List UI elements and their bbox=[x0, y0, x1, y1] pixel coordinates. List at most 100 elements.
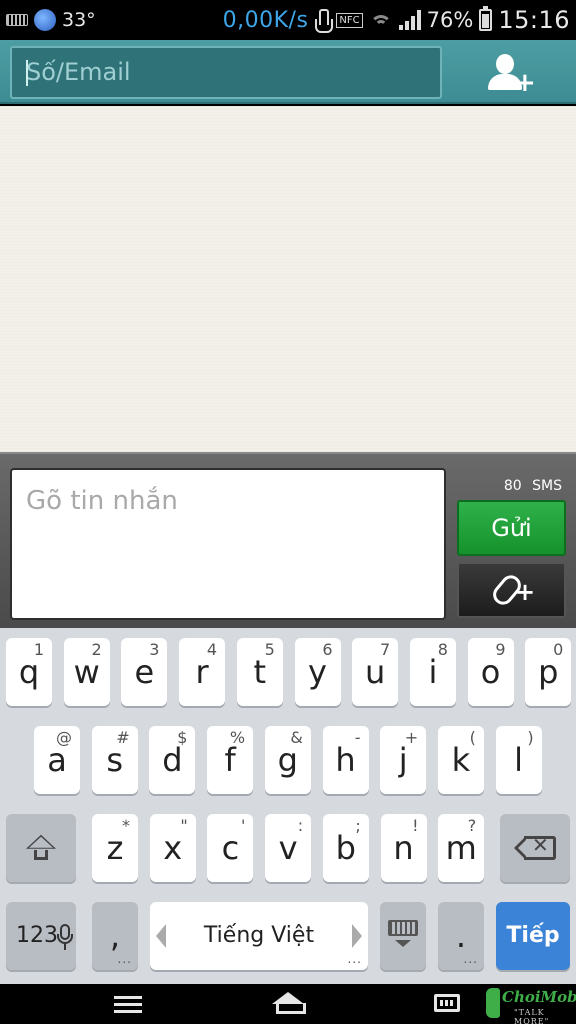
period-key-more: ... bbox=[463, 952, 478, 966]
numbers-key[interactable]: 123 bbox=[6, 902, 76, 970]
arrow-right-icon bbox=[352, 924, 362, 948]
key-l[interactable]: l) bbox=[495, 726, 542, 794]
key-label: t bbox=[253, 653, 267, 691]
key-label: s bbox=[106, 741, 124, 779]
keyboard-notification-icon bbox=[6, 14, 28, 26]
space-key[interactable]: Tiếng Việt ... bbox=[150, 902, 368, 970]
watermark-tagline: "TALK MORE" bbox=[514, 1008, 550, 1024]
key-label: l bbox=[514, 741, 524, 779]
key-alt-label: 9 bbox=[495, 640, 506, 659]
key-label: x bbox=[163, 829, 183, 867]
plus-icon: + bbox=[514, 68, 536, 98]
key-alt-label: 3 bbox=[149, 640, 160, 659]
recipient-input[interactable]: Số/Email bbox=[10, 46, 442, 99]
key-label: o bbox=[480, 653, 501, 691]
key-alt-label: ? bbox=[467, 816, 477, 835]
clock-text: 15:16 bbox=[498, 6, 570, 34]
key-label: z bbox=[106, 829, 124, 867]
key-g[interactable]: g & bbox=[264, 726, 311, 794]
key-y[interactable]: y6 bbox=[294, 638, 341, 706]
key-label: k bbox=[451, 741, 471, 779]
weather-icon bbox=[34, 9, 56, 31]
key-t[interactable]: t5 bbox=[236, 638, 283, 706]
message-input[interactable]: Gõ tin nhắn bbox=[10, 468, 446, 620]
plus-icon: + bbox=[515, 578, 536, 606]
network-speed-text: 0,00K/s bbox=[222, 7, 309, 33]
key-o[interactable]: o9 bbox=[467, 638, 514, 706]
watermark-logo: ChoiMobile "TALK MORE" bbox=[486, 986, 576, 1024]
key-r[interactable]: r4 bbox=[179, 638, 226, 706]
key-b[interactable]: b; bbox=[322, 814, 369, 882]
key-alt-label: ) bbox=[527, 728, 534, 747]
temperature-text: 33° bbox=[62, 9, 96, 31]
key-label: v bbox=[278, 829, 298, 867]
key-h[interactable]: h- bbox=[322, 726, 369, 794]
nfc-icon: NFC bbox=[336, 12, 363, 28]
key-alt-label: 7 bbox=[380, 640, 391, 659]
key-x[interactable]: x " bbox=[149, 814, 196, 882]
key-alt-label: 2 bbox=[91, 640, 102, 659]
backspace-icon: ✕ bbox=[514, 833, 556, 860]
key-w[interactable]: w2 bbox=[63, 638, 110, 706]
comma-key-more: ... bbox=[117, 952, 132, 966]
key-alt-label: ! bbox=[412, 816, 419, 835]
next-key-label: Tiếp bbox=[506, 923, 560, 948]
key-label: n bbox=[393, 829, 414, 867]
key-n[interactable]: n! bbox=[380, 814, 427, 882]
comma-key[interactable]: , ... bbox=[92, 902, 138, 970]
period-key[interactable]: . ... bbox=[438, 902, 484, 970]
key-m[interactable]: m? bbox=[438, 814, 485, 882]
conversation-area bbox=[0, 106, 576, 452]
shift-key[interactable] bbox=[6, 814, 76, 882]
key-p[interactable]: p0 bbox=[525, 638, 572, 706]
space-key-more: ... bbox=[347, 952, 362, 966]
key-label: i bbox=[428, 653, 438, 691]
key-z[interactable]: z * bbox=[92, 814, 138, 882]
key-alt-label: 1 bbox=[33, 640, 44, 659]
key-u[interactable]: u7 bbox=[352, 638, 399, 706]
key-alt-label: @ bbox=[56, 728, 72, 747]
keyboard-icon bbox=[388, 920, 418, 936]
key-i[interactable]: i8 bbox=[409, 638, 456, 706]
key-label: p bbox=[538, 653, 559, 691]
person-icon bbox=[496, 54, 514, 74]
key-q[interactable]: q1 bbox=[6, 638, 52, 706]
key-label: u bbox=[365, 653, 386, 691]
key-c[interactable]: c ' bbox=[207, 814, 254, 882]
key-label: m bbox=[445, 829, 477, 867]
key-j[interactable]: j + bbox=[380, 726, 427, 794]
key-label: e bbox=[134, 653, 155, 691]
key-label: y bbox=[308, 653, 327, 691]
key-a[interactable]: a @ bbox=[34, 726, 80, 794]
key-alt-label: 0 bbox=[553, 640, 564, 659]
switch-keyboard-button[interactable] bbox=[434, 994, 460, 1012]
key-label: g bbox=[277, 741, 298, 779]
key-alt-label: $ bbox=[177, 728, 188, 747]
battery-icon bbox=[479, 6, 493, 31]
phone-logo-icon bbox=[486, 988, 500, 1018]
attach-button[interactable]: + bbox=[457, 562, 566, 618]
add-contact-button[interactable]: + bbox=[484, 48, 540, 96]
key-label: w bbox=[73, 653, 100, 691]
key-s[interactable]: s # bbox=[91, 726, 138, 794]
key-alt-label: - bbox=[354, 728, 361, 747]
sms-counter: 80 SMS bbox=[503, 478, 562, 494]
key-e[interactable]: e3 bbox=[121, 638, 168, 706]
key-f[interactable]: f% bbox=[207, 726, 254, 794]
send-button[interactable]: Gửi bbox=[457, 500, 566, 556]
backspace-key[interactable]: ✕ bbox=[500, 814, 570, 882]
shift-icon-stem bbox=[34, 850, 48, 860]
key-v[interactable]: v: bbox=[265, 814, 312, 882]
menu-button[interactable] bbox=[114, 996, 142, 1013]
key-alt-label: & bbox=[290, 728, 303, 747]
key-label: h bbox=[335, 741, 356, 779]
chevron-down-icon bbox=[395, 940, 411, 947]
keyboard-settings-key[interactable] bbox=[380, 902, 426, 970]
home-button[interactable] bbox=[272, 992, 306, 1016]
key-d[interactable]: d $ bbox=[149, 726, 196, 794]
key-alt-label: 4 bbox=[206, 640, 218, 659]
key-label: r bbox=[195, 653, 209, 691]
key-k[interactable]: k( bbox=[437, 726, 484, 794]
key-alt-label: " bbox=[180, 816, 188, 835]
next-key[interactable]: Tiếp bbox=[496, 902, 570, 970]
